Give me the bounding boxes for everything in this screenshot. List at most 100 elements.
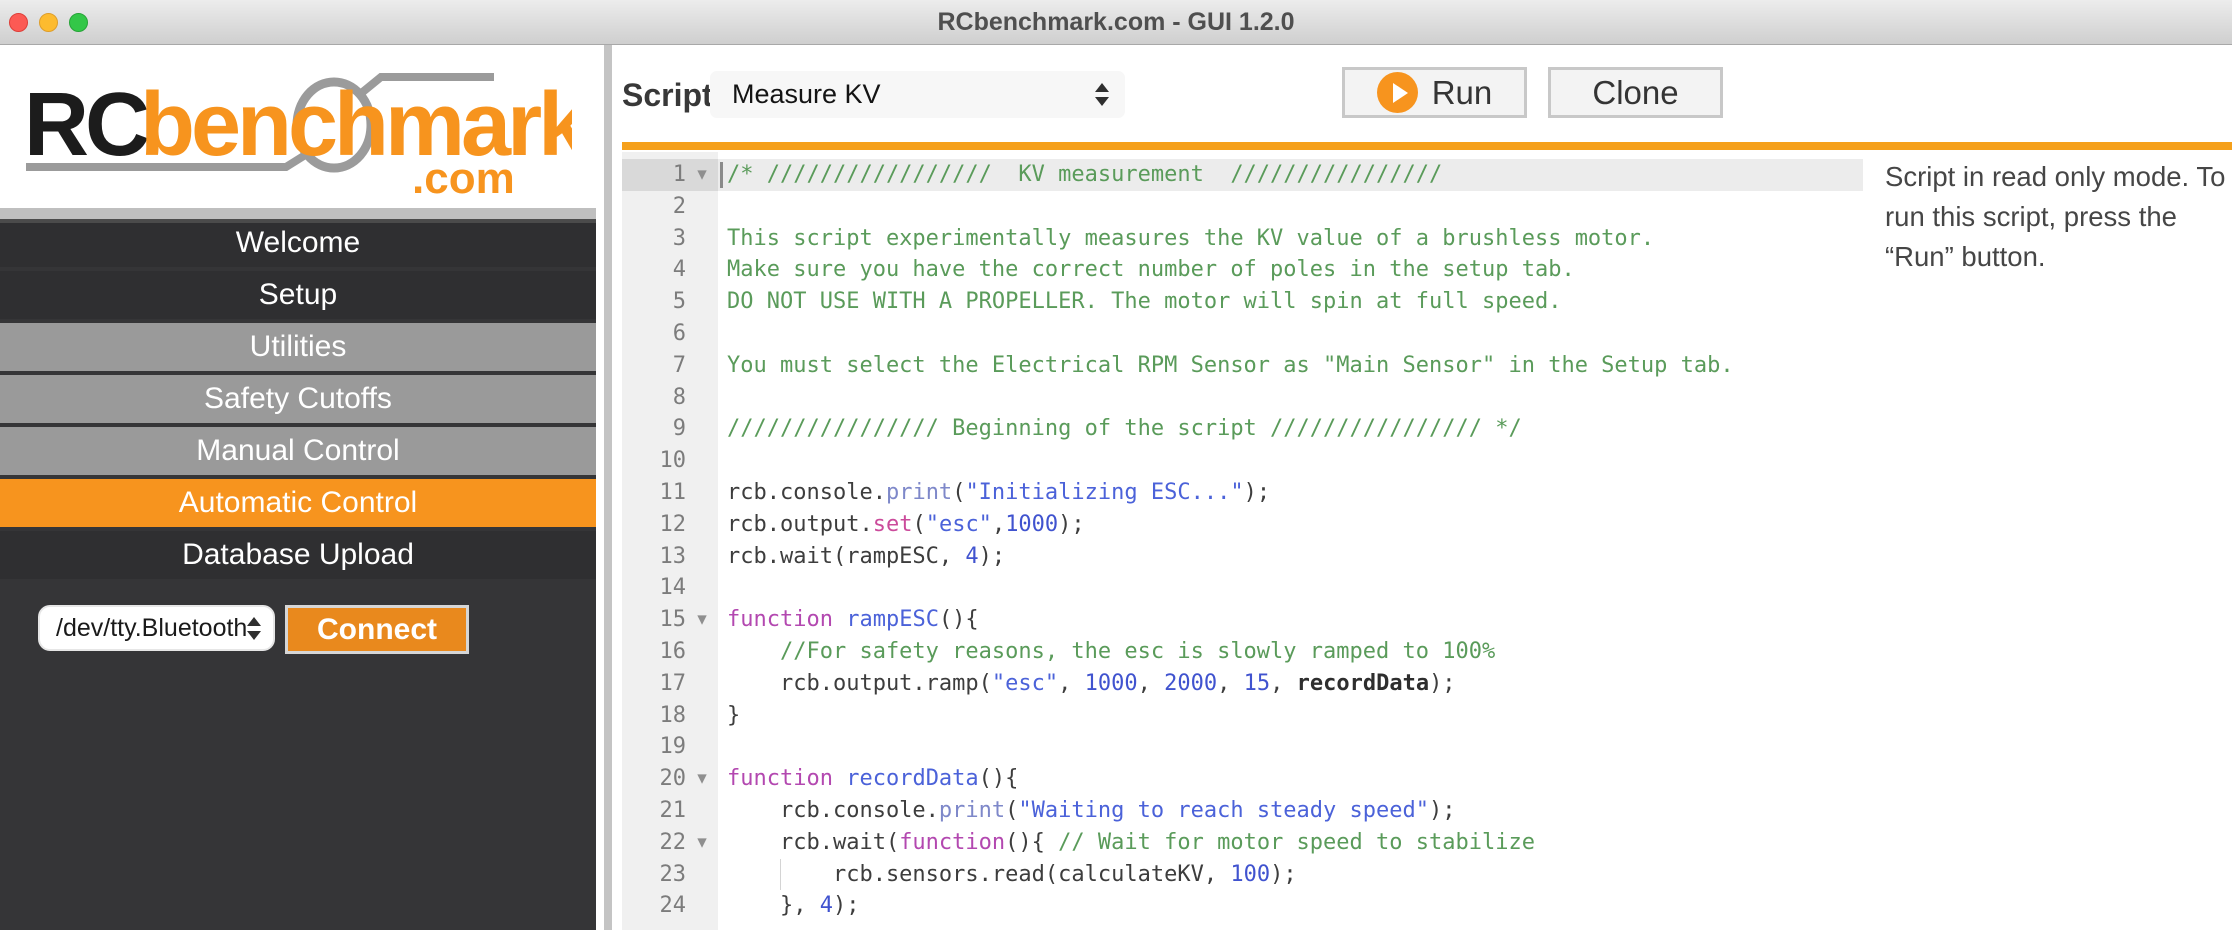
gutter-cell: 22▾ (622, 827, 718, 859)
code-token: rcb.wait(rampESC, (727, 544, 965, 569)
gutter-cell: 11 (622, 477, 718, 509)
code-token: 4 (820, 893, 833, 918)
line-number: 23 (622, 859, 686, 891)
code-token: ); (1429, 798, 1456, 823)
fold-spacer (686, 191, 718, 223)
run-button-label: Run (1432, 74, 1493, 112)
sidebar-item-welcome[interactable]: Welcome (0, 219, 596, 267)
sidebar-item-setup[interactable]: Setup (0, 271, 596, 319)
clone-button[interactable]: Clone (1548, 67, 1723, 118)
sidebar-item-manual-control[interactable]: Manual Control (0, 427, 596, 475)
code-line: 7You must select the Electrical RPM Sens… (622, 350, 1863, 382)
code-token: "Initializing ESC..." (965, 480, 1243, 505)
code-token: }, (727, 893, 820, 918)
sidebar-item-safety-cutoffs[interactable]: Safety Cutoffs (0, 375, 596, 423)
code-token: recordData (1297, 671, 1429, 696)
logo-rc: RC (24, 75, 148, 175)
clone-button-label: Clone (1592, 74, 1678, 112)
code-line: 20▾function recordData(){ (622, 763, 1863, 795)
code-line: 15▾function rampESC(){ (622, 604, 1863, 636)
line-number: 9 (622, 413, 686, 445)
close-icon[interactable] (9, 13, 28, 32)
gutter-cell: 12 (622, 509, 718, 541)
sidebar-item-label: Safety Cutoffs (204, 382, 392, 416)
code-content: /* ///////////////// KV measurement ////… (718, 159, 1863, 191)
code-token: ( (912, 512, 925, 537)
line-number: 22 (622, 827, 686, 859)
fold-spacer (686, 223, 718, 255)
gutter-cell: 18 (622, 700, 718, 732)
line-number: 5 (622, 286, 686, 318)
fold-arrow-icon[interactable]: ▾ (686, 763, 718, 795)
code-line: 22▾ rcb.wait(function(){ // Wait for mot… (622, 827, 1863, 859)
title-bar: RCbenchmark.com - GUI 1.2.0 (0, 0, 2232, 45)
code-token: ); (979, 544, 1006, 569)
fold-spacer (686, 254, 718, 286)
line-number: 6 (622, 318, 686, 350)
code-token: print (939, 798, 1005, 823)
logo-menu-divider (0, 208, 596, 219)
code-token: rcb.output.ramp( (727, 671, 992, 696)
line-number: 10 (622, 445, 686, 477)
code-content: rcb.output.set("esc",1000); (718, 509, 1863, 541)
window-title: RCbenchmark.com - GUI 1.2.0 (937, 8, 1294, 37)
fold-arrow-icon[interactable]: ▾ (686, 827, 718, 859)
code-token: rcb.sensors.read(calculateKV, (727, 862, 1230, 887)
code-line: 18} (622, 700, 1863, 732)
gutter-cell: 14 (622, 572, 718, 604)
fold-spacer (686, 445, 718, 477)
sidebar-item-utilities[interactable]: Utilities (0, 323, 596, 371)
readonly-note: Script in read only mode. To run this sc… (1885, 157, 2232, 277)
connect-button[interactable]: Connect (285, 605, 469, 654)
line-number: 12 (622, 509, 686, 541)
code-token: "esc" (926, 512, 992, 537)
sidebar-item-database-upload[interactable]: Database Upload (0, 531, 596, 579)
line-number: 17 (622, 668, 686, 700)
code-content: rcb.console.print("Initializing ESC...")… (718, 477, 1863, 509)
code-token: /* ///////////////// KV measurement ////… (727, 162, 1442, 187)
code-content: rcb.wait(rampESC, 4); (718, 541, 1863, 573)
fold-spacer (686, 477, 718, 509)
line-number: 18 (622, 700, 686, 732)
text-cursor (720, 162, 723, 188)
minimize-icon[interactable] (39, 13, 58, 32)
zoom-icon[interactable] (69, 13, 88, 32)
port-select[interactable]: /dev/tty.Bluetooth- (38, 605, 275, 651)
code-line: 17 rcb.output.ramp("esc", 1000, 2000, 15… (622, 668, 1863, 700)
code-content: function rampESC(){ (718, 604, 1863, 636)
code-line: 14 (622, 572, 1863, 604)
fold-arrow-icon[interactable]: ▾ (686, 159, 718, 191)
sidebar: RC benchmark .com WelcomeSetupUtilitiesS… (0, 45, 596, 930)
sidebar-item-automatic-control[interactable]: Automatic Control (0, 479, 596, 527)
gutter-cell: 9 (622, 413, 718, 445)
sidebar-main-divider (604, 45, 612, 930)
window-controls (0, 0, 88, 45)
code-content (718, 382, 1863, 414)
code-content: function recordData(){ (718, 763, 1863, 795)
sidebar-item-label: Setup (259, 278, 337, 312)
code-line: 11rcb.console.print("Initializing ESC...… (622, 477, 1863, 509)
code-content (718, 731, 1863, 763)
code-token: 100 (1230, 862, 1270, 887)
sidebar-item-label: Automatic Control (179, 486, 417, 520)
script-select[interactable]: Measure KV (710, 71, 1125, 118)
line-number: 24 (622, 890, 686, 922)
fold-arrow-icon[interactable]: ▾ (686, 604, 718, 636)
code-token: "Waiting to reach steady speed" (1018, 798, 1429, 823)
play-icon (1377, 72, 1418, 113)
code-token: rcb.wait( (727, 830, 899, 855)
code-editor[interactable]: 1▾ /* ///////////////// KV measurement //… (622, 159, 1863, 922)
code-token: ); (1244, 480, 1271, 505)
code-token: recordData (846, 766, 978, 791)
code-line: 4Make sure you have the correct number o… (622, 254, 1863, 286)
run-button[interactable]: Run (1342, 67, 1527, 118)
gutter-cell: 4 (622, 254, 718, 286)
code-line: 24 }, 4); (622, 890, 1863, 922)
gutter-cell: 7 (622, 350, 718, 382)
stepper-arrows-icon (1095, 83, 1109, 106)
code-line: 6 (622, 318, 1863, 350)
gutter-cell: 1▾ (622, 159, 718, 191)
code-content: This script experimentally measures the … (718, 223, 1863, 255)
line-number: 15 (622, 604, 686, 636)
script-select-value: Measure KV (732, 79, 1095, 110)
